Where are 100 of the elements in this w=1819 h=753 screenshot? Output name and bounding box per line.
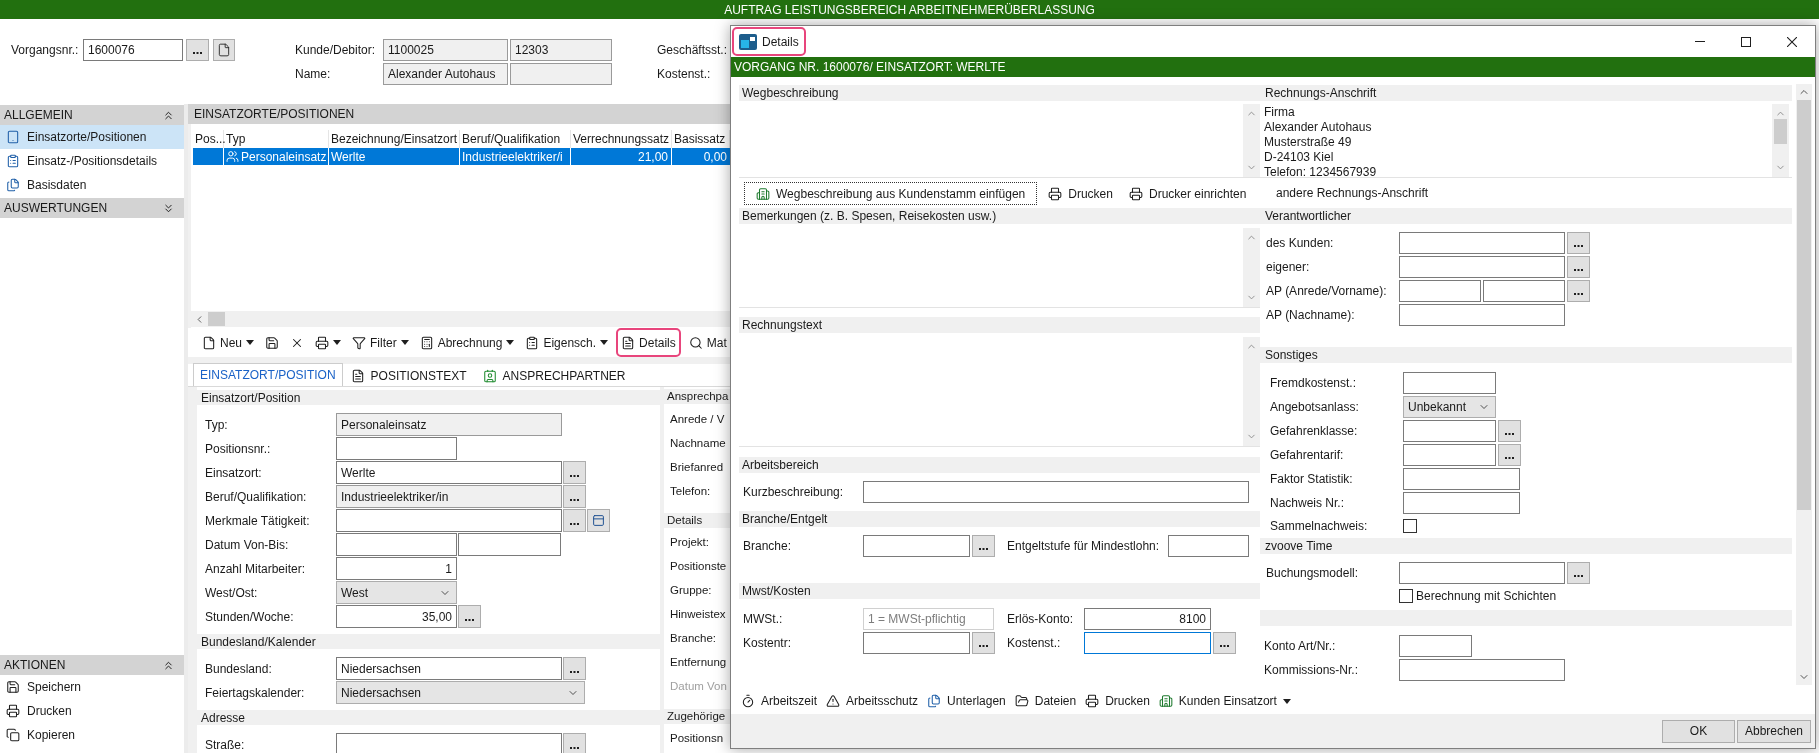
toolbar-button[interactable]: Neu bbox=[199, 329, 257, 356]
ok-button[interactable]: OK bbox=[1662, 719, 1735, 743]
input-field[interactable] bbox=[1399, 280, 1481, 302]
toolbar-button[interactable]: Details bbox=[616, 328, 681, 357]
address-line: Telefon: 1234567939 bbox=[1264, 165, 1378, 180]
dropdown[interactable]: Unbekannt bbox=[1403, 396, 1496, 418]
toolbar-button[interactable]: Unterlagen bbox=[927, 690, 1006, 712]
input-field[interactable] bbox=[1483, 280, 1565, 302]
input-field[interactable]: 1 = MWSt-pflichtig bbox=[863, 608, 994, 630]
toolbar-button[interactable]: Dateien bbox=[1014, 690, 1077, 712]
tab[interactable]: ANSPRECHPARTNER bbox=[474, 365, 634, 386]
input-field[interactable] bbox=[1403, 468, 1520, 490]
section-header: Zugehörige bbox=[664, 709, 730, 724]
action-button[interactable]: Drucker einrichten bbox=[1123, 182, 1252, 205]
field-label: Kommissions-Nr.: bbox=[1264, 663, 1358, 677]
field-label: Typ: bbox=[205, 417, 228, 432]
file-button[interactable] bbox=[213, 39, 235, 61]
toolbar-button[interactable]: Eigensch. bbox=[522, 329, 612, 356]
input-field[interactable]: Personaleinsatz bbox=[336, 413, 562, 436]
toolbar-button[interactable]: Filter bbox=[349, 329, 412, 356]
lookup-button[interactable] bbox=[563, 733, 586, 753]
input-field[interactable]: 35,00 bbox=[336, 605, 457, 628]
scrollbar[interactable] bbox=[1772, 104, 1789, 177]
input-field[interactable]: Industrieelektriker/in bbox=[336, 485, 562, 508]
input-field[interactable] bbox=[1399, 659, 1565, 681]
input-field[interactable] bbox=[1403, 420, 1496, 442]
scrollbar[interactable] bbox=[1243, 104, 1260, 177]
input-field[interactable] bbox=[1399, 232, 1565, 254]
checkbox[interactable] bbox=[1399, 589, 1413, 603]
nav-item[interactable]: Einsatzorte/Positionen bbox=[0, 125, 184, 149]
scrollbar[interactable] bbox=[1243, 337, 1260, 446]
section-header: Arbeitsbereich bbox=[739, 457, 1260, 473]
scrollbar[interactable] bbox=[191, 311, 730, 327]
input-field[interactable]: 1600076 bbox=[83, 39, 183, 61]
app-title: AUFTRAG LEISTUNGSBEREICH ARBEITNEHMERÜBERLASSUNG bbox=[724, 1, 1095, 19]
scroll-thumb[interactable] bbox=[1797, 100, 1811, 510]
building-icon bbox=[1158, 694, 1173, 708]
toolbar-button[interactable]: Kunden Einsatzort bbox=[1158, 690, 1291, 712]
input-field[interactable]: Alexander Autohaus bbox=[383, 63, 508, 85]
input-field[interactable] bbox=[510, 63, 612, 85]
field-label: AP (Nachname): bbox=[1266, 308, 1355, 322]
input-field[interactable] bbox=[863, 632, 970, 654]
input-field[interactable] bbox=[336, 733, 562, 753]
table-row[interactable]: Personaleinsatz Werlte Industrieelektriker/i 21,00 0,00 bbox=[193, 148, 730, 165]
minimize-icon bbox=[1695, 41, 1705, 42]
input-field[interactable] bbox=[336, 437, 457, 460]
toolbar-button[interactable]: Arbeitsschutz bbox=[826, 690, 919, 712]
toolbar-button[interactable]: Arbeitszeit bbox=[741, 690, 818, 712]
scroll-thumb[interactable] bbox=[1774, 119, 1787, 144]
icon-button[interactable] bbox=[587, 509, 610, 532]
scroll-thumb[interactable] bbox=[208, 312, 225, 326]
scrollbar[interactable] bbox=[1243, 228, 1260, 307]
section-header: Rechnungs-Anschrift bbox=[1260, 85, 1792, 101]
input-field[interactable] bbox=[1403, 372, 1496, 394]
input-field[interactable]: 1100025 bbox=[383, 39, 508, 61]
link[interactable]: andere Rechnungs-Anschrift bbox=[1276, 183, 1429, 202]
input-field[interactable] bbox=[1403, 444, 1496, 466]
tab[interactable]: POSITIONSTEXT bbox=[342, 365, 475, 386]
action-item[interactable]: Kopieren bbox=[0, 723, 184, 747]
tab[interactable]: EINSATZORT/POSITION bbox=[193, 363, 343, 386]
input-field[interactable] bbox=[1168, 535, 1249, 557]
input-field[interactable] bbox=[863, 481, 1249, 503]
input-field[interactable] bbox=[863, 535, 970, 557]
field-label: Entgeltstufe für Mindestlohn: bbox=[1007, 539, 1160, 553]
input-field[interactable] bbox=[1399, 562, 1565, 584]
group-header[interactable]: ALLGEMEIN bbox=[0, 105, 184, 125]
field-label: Erlös-Konto: bbox=[1007, 612, 1074, 626]
field-label: des Kunden: bbox=[1266, 236, 1334, 250]
checkbox[interactable] bbox=[1403, 519, 1417, 533]
input-field[interactable]: 12303 bbox=[510, 39, 612, 61]
table-cell: Werlte bbox=[329, 148, 460, 165]
input-field[interactable] bbox=[1399, 256, 1565, 278]
input-field[interactable] bbox=[336, 509, 562, 532]
toolbar-button[interactable]: Mat bbox=[685, 329, 730, 356]
action-button[interactable]: Wegbeschreibung aus Kundenstamm einfügen bbox=[744, 182, 1038, 205]
input-field[interactable]: Werlte bbox=[336, 461, 562, 484]
toolbar-button[interactable]: Drucken bbox=[1085, 690, 1150, 712]
files-icon bbox=[6, 178, 20, 192]
action-item[interactable]: Speichern bbox=[0, 675, 184, 699]
toolbar-button[interactable]: Abrechnung bbox=[416, 329, 518, 356]
dropdown[interactable]: West bbox=[336, 581, 457, 604]
action-button[interactable]: Drucken bbox=[1043, 182, 1118, 205]
scrollbar[interactable] bbox=[1796, 84, 1812, 685]
input-field[interactable] bbox=[1399, 635, 1472, 657]
dropdown[interactable]: Niedersachsen bbox=[336, 681, 585, 704]
input-field[interactable]: 8100 bbox=[1084, 608, 1211, 630]
funnel-icon bbox=[352, 335, 366, 350]
cancel-button[interactable]: Abbrechen bbox=[1737, 719, 1811, 743]
input-field[interactable]: Niedersachsen bbox=[336, 657, 562, 680]
input-field[interactable] bbox=[1399, 304, 1565, 326]
input-field[interactable] bbox=[336, 533, 457, 556]
group-header[interactable]: AUSWERTUNGEN bbox=[0, 198, 184, 218]
action-item[interactable]: Drucken bbox=[0, 699, 184, 723]
input-field[interactable] bbox=[1403, 492, 1520, 514]
input-field[interactable] bbox=[458, 533, 561, 556]
address-field[interactable]: Firma Alexander Autohaus Musterstraße 49 D-24103 Kiel Telefon: 1234567939 bbox=[1260, 104, 1792, 178]
group-header[interactable]: AKTIONEN bbox=[0, 655, 184, 675]
input-field[interactable]: 1 bbox=[336, 557, 457, 580]
close-icon bbox=[1787, 36, 1797, 47]
input-field[interactable] bbox=[1084, 632, 1211, 654]
